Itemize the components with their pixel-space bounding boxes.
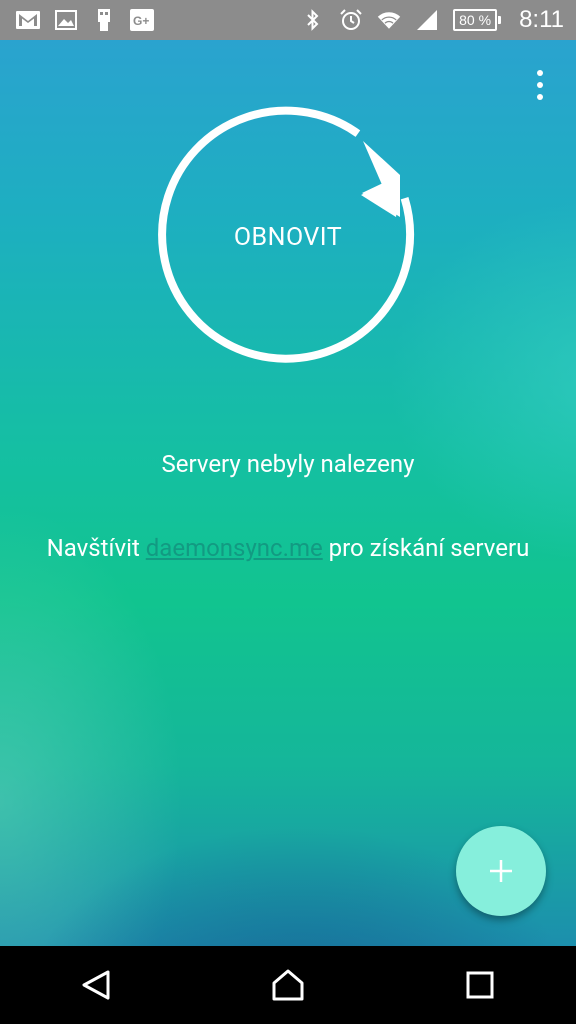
- back-icon: [82, 970, 110, 1000]
- plus-icon: [490, 860, 512, 882]
- google-plus-icon: G+: [130, 9, 154, 31]
- alarm-icon: [339, 9, 363, 31]
- battery-level: 80 %: [453, 9, 498, 31]
- usb-debug-icon: [92, 9, 116, 31]
- add-server-button[interactable]: [456, 826, 546, 916]
- main-content: OBNOVIT Servery nebyly nalezeny Navštívi…: [0, 40, 576, 946]
- visit-message: Navštívit daemonsync.me pro získání serv…: [0, 534, 576, 562]
- daemonsync-link[interactable]: daemonsync.me: [146, 534, 323, 562]
- overflow-menu-button[interactable]: [530, 70, 550, 100]
- overflow-dot: [537, 70, 543, 76]
- svg-text:G+: G+: [133, 14, 149, 28]
- recents-icon: [466, 971, 494, 999]
- visit-prefix: Navštívit: [46, 534, 146, 562]
- overflow-dot: [537, 94, 543, 100]
- home-icon: [272, 969, 304, 1001]
- overflow-dot: [537, 82, 543, 88]
- wifi-icon: [377, 9, 401, 31]
- battery-tip: [498, 16, 502, 24]
- gallery-icon: [54, 9, 78, 31]
- status-left-icons: G+: [16, 9, 154, 31]
- clock: 8:11: [519, 6, 564, 33]
- navigation-bar: [0, 946, 576, 1024]
- refresh-label: OBNOVIT: [233, 222, 343, 252]
- status-bar: G+ 80 % 8:11: [0, 0, 576, 40]
- refresh-button[interactable]: OBNOVIT: [156, 105, 420, 369]
- status-right-icons: 80 % 8:11: [301, 6, 564, 34]
- recents-button[interactable]: [450, 955, 510, 1015]
- bluetooth-icon: [301, 9, 325, 31]
- battery-indicator: 80 %: [453, 9, 502, 31]
- gmail-icon: [16, 9, 40, 31]
- visit-suffix: pro získání serveru: [322, 534, 530, 562]
- signal-icon: [415, 9, 439, 31]
- no-servers-message: Servery nebyly nalezeny: [161, 450, 415, 478]
- home-button[interactable]: [258, 955, 318, 1015]
- back-button[interactable]: [66, 955, 126, 1015]
